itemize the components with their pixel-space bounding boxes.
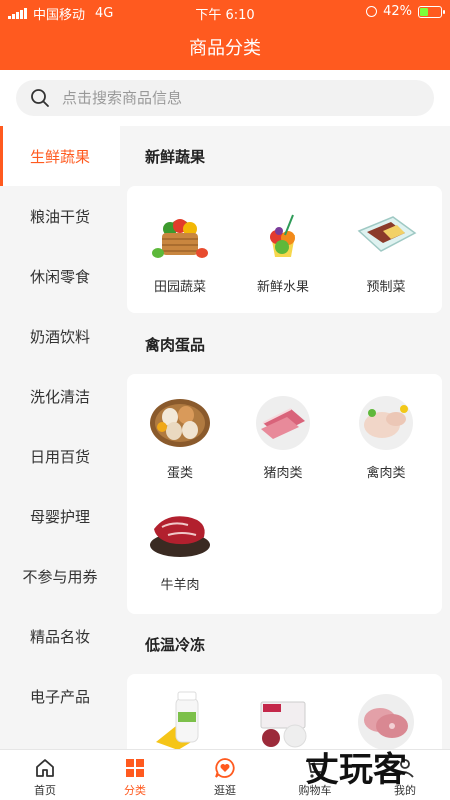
product-pork[interactable]: 猪肉类: [233, 392, 333, 481]
page-title: 商品分类: [189, 38, 261, 59]
product-label: 田园蔬菜: [153, 280, 206, 295]
product-label: 猪肉类: [263, 466, 303, 481]
sidebar-item-label: 母婴护理: [29, 507, 90, 526]
section-title: 低温冷冻: [145, 636, 206, 654]
product-prepared-meals[interactable]: 预制菜: [336, 206, 436, 295]
section-title: 新鲜蔬果: [145, 148, 206, 166]
section-card-meat-eggs: 蛋类 猪肉类 禽肉类 牛羊肉: [127, 374, 442, 614]
status-bar: 中国移动 4G 下午 6:10 42%: [0, 0, 450, 24]
heart-chat-icon: [213, 756, 237, 780]
category-grid-icon: [123, 756, 147, 780]
battery-percent: 42%: [383, 4, 412, 19]
product-label: 新鲜水果: [256, 280, 309, 295]
sidebar-item-daily-goods[interactable]: 日用百货: [0, 426, 120, 486]
tab-home[interactable]: 首页: [0, 750, 90, 800]
tab-label: 逛逛: [214, 784, 236, 797]
product-vegetables[interactable]: 田园蔬菜: [130, 206, 230, 295]
pork-icon: [248, 392, 318, 452]
nav-bar: 商品分类: [0, 24, 450, 70]
product-label: 牛羊肉: [160, 578, 200, 593]
watermark-text: 丈玩客: [305, 750, 407, 790]
section-card-frozen: [127, 674, 442, 749]
eggs-icon: [145, 392, 215, 452]
battery-icon: [418, 5, 445, 18]
sidebar-item-label: 休闲零食: [29, 267, 90, 286]
section-card-fresh: 田园蔬菜 新鲜水果 预制菜: [127, 186, 442, 313]
tab-browse[interactable]: 逛逛: [180, 750, 270, 800]
category-content: 新鲜蔬果 田园蔬菜 新鲜水果 预制菜 禽肉蛋品 蛋类 猪肉类 禽肉类 牛羊肉 低…: [120, 126, 450, 749]
product-yogurt[interactable]: [130, 690, 230, 749]
ham-slices-icon: [351, 690, 421, 749]
product-label: 预制菜: [366, 280, 406, 295]
sidebar-item-fresh-produce[interactable]: 生鲜蔬果: [0, 126, 120, 186]
sidebar-item-label: 精品名妆: [29, 627, 90, 646]
section-title: 禽肉蛋品: [145, 336, 206, 354]
sidebar-item-cosmetics[interactable]: 精品名妆: [0, 606, 120, 666]
prepared-meal-icon: [351, 206, 421, 266]
product-fruits[interactable]: 新鲜水果: [233, 206, 333, 295]
tab-label: 分类: [124, 784, 146, 797]
sidebar-item-electronics[interactable]: 电子产品: [0, 666, 120, 726]
sidebar-item-label: 生鲜蔬果: [29, 147, 90, 166]
frozen-package-icon: [248, 690, 318, 749]
yogurt-icon: [145, 690, 215, 749]
home-icon: [33, 756, 57, 780]
search-icon: [31, 89, 49, 107]
sidebar-item-label: 电子产品: [29, 687, 90, 706]
poultry-icon: [351, 392, 421, 452]
product-label: 蛋类: [166, 466, 193, 481]
product-beef-mutton[interactable]: 牛羊肉: [130, 504, 230, 593]
sidebar-item-label: 日用百货: [29, 447, 90, 466]
sidebar-item-baby-care[interactable]: 母婴护理: [0, 486, 120, 546]
product-label: 禽肉类: [366, 466, 406, 481]
tab-category[interactable]: 分类: [90, 750, 180, 800]
sidebar-item-cleaning[interactable]: 洗化清洁: [0, 366, 120, 426]
vegetable-basket-icon: [145, 206, 215, 266]
search-area: [0, 70, 450, 126]
tab-label: 首页: [34, 784, 56, 797]
fruit-icon: [248, 206, 318, 266]
product-poultry[interactable]: 禽肉类: [336, 392, 436, 481]
sidebar-item-label: 粮油干货: [29, 207, 90, 226]
category-sidebar: 生鲜蔬果 粮油干货 休闲零食 奶酒饮料 洗化清洁 日用百货 母婴护理 不参与用券…: [0, 126, 120, 749]
sidebar-item-drinks[interactable]: 奶酒饮料: [0, 306, 120, 366]
sidebar-item-grain-oil[interactable]: 粮油干货: [0, 186, 120, 246]
search-bar[interactable]: [16, 80, 434, 116]
product-ham[interactable]: [336, 690, 436, 749]
sidebar-item-snacks[interactable]: 休闲零食: [0, 246, 120, 306]
sidebar-item-label: 不参与用券: [22, 567, 98, 586]
product-eggs[interactable]: 蛋类: [130, 392, 230, 481]
search-input[interactable]: [62, 89, 382, 107]
sidebar-item-label: 奶酒饮料: [29, 327, 90, 346]
beef-icon: [145, 504, 215, 564]
sidebar-item-no-coupon[interactable]: 不参与用券: [0, 546, 120, 606]
battery-fill: [420, 7, 428, 16]
product-frozen-package[interactable]: [233, 690, 333, 749]
orientation-lock-icon: [366, 6, 378, 17]
sidebar-item-label: 洗化清洁: [29, 387, 90, 406]
